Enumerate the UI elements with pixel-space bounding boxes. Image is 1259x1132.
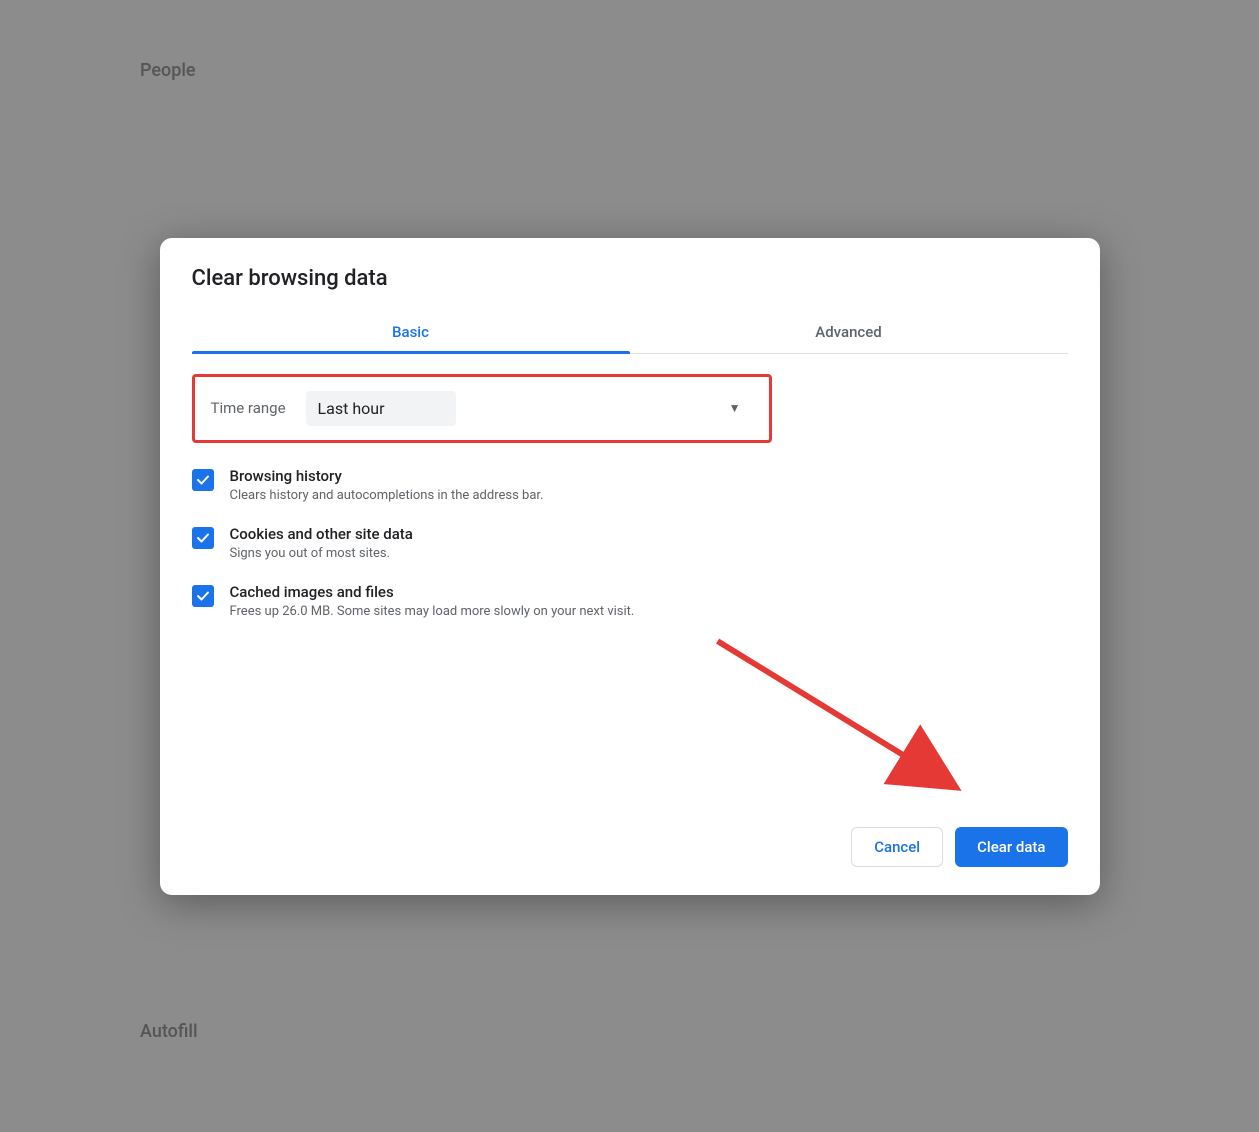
cached-content: Cached images and files Frees up 26.0 MB… bbox=[230, 583, 635, 619]
tab-basic[interactable]: Basic bbox=[192, 311, 630, 353]
cookies-desc: Signs you out of most sites. bbox=[230, 546, 413, 561]
cookies-content: Cookies and other site data Signs you ou… bbox=[230, 525, 413, 561]
checkbox-item-browsing-history: Browsing history Clears history and auto… bbox=[192, 467, 1068, 503]
clear-data-button[interactable]: Clear data bbox=[955, 827, 1067, 867]
checkbox-item-cached: Cached images and files Frees up 26.0 MB… bbox=[192, 583, 1068, 619]
checkbox-list: Browsing history Clears history and auto… bbox=[192, 467, 1068, 619]
cached-desc: Frees up 26.0 MB. Some sites may load mo… bbox=[230, 604, 635, 619]
time-range-section: Time range Last hour Last 24 hours Last … bbox=[192, 374, 772, 443]
bg-people-label: People bbox=[140, 60, 196, 81]
tab-advanced[interactable]: Advanced bbox=[630, 311, 1068, 353]
cookies-title: Cookies and other site data bbox=[230, 525, 413, 543]
checkbox-cached[interactable] bbox=[192, 585, 214, 607]
dialog-footer: Cancel Clear data bbox=[192, 827, 1068, 867]
browsing-history-content: Browsing history Clears history and auto… bbox=[230, 467, 544, 503]
checkbox-cookies[interactable] bbox=[192, 527, 214, 549]
checkbox-browsing-history[interactable] bbox=[192, 469, 214, 491]
tab-bar: Basic Advanced bbox=[192, 311, 1068, 354]
dialog-title: Clear browsing data bbox=[192, 266, 1068, 291]
time-range-label: Time range bbox=[211, 399, 286, 417]
clear-browsing-data-dialog: Clear browsing data Basic Advanced Time … bbox=[160, 238, 1100, 895]
checkbox-item-cookies: Cookies and other site data Signs you ou… bbox=[192, 525, 1068, 561]
browsing-history-desc: Clears history and autocompletions in th… bbox=[230, 488, 544, 503]
time-range-select-wrapper: Last hour Last 24 hours Last 7 days Last… bbox=[306, 391, 753, 426]
bg-autofill-label: Autofill bbox=[140, 1021, 198, 1042]
cached-title: Cached images and files bbox=[230, 583, 635, 601]
browsing-history-title: Browsing history bbox=[230, 467, 544, 485]
time-range-select[interactable]: Last hour Last 24 hours Last 7 days Last… bbox=[306, 391, 456, 426]
annotation-arrow-container bbox=[192, 619, 1068, 819]
cancel-button[interactable]: Cancel bbox=[851, 827, 943, 867]
annotation-arrow bbox=[192, 619, 1068, 819]
